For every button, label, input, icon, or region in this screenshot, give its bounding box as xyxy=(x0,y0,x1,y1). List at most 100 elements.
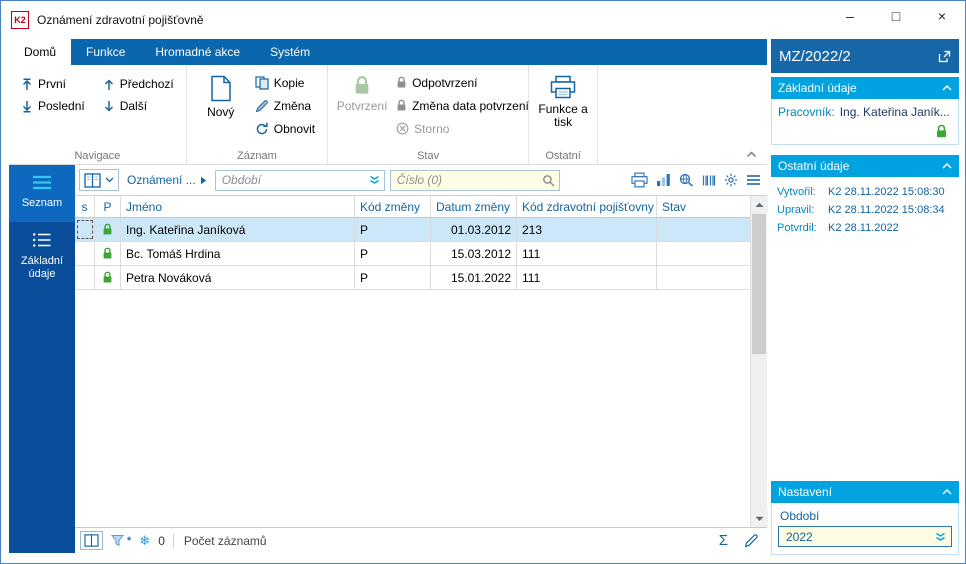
table-row[interactable]: Bc. Tomáš Hrdina P 15.03.2012 111 xyxy=(75,242,750,266)
tab-domu[interactable]: Domů xyxy=(9,39,72,65)
tab-hromadne-akce[interactable]: Hromadné akce xyxy=(140,39,255,65)
change-button[interactable]: Změna xyxy=(249,94,321,117)
header-p[interactable]: P xyxy=(95,196,121,217)
chevron-up-icon[interactable] xyxy=(942,489,952,495)
cell-kod-zmeny: P xyxy=(355,218,431,241)
magnifier-icon[interactable] xyxy=(542,174,555,187)
copy-button[interactable]: Kopie xyxy=(249,71,321,94)
cell-stav xyxy=(657,242,750,265)
tab-system[interactable]: Systém xyxy=(255,39,325,65)
storno-button[interactable]: Storno xyxy=(390,117,522,140)
menu-icon[interactable] xyxy=(746,174,761,186)
next-label: Další xyxy=(119,99,148,113)
table-row[interactable]: Petra Nováková P 15.01.2022 111 xyxy=(75,266,750,290)
unconfirm-button[interactable]: Odpotvrzení xyxy=(390,71,522,94)
header-jmeno[interactable]: Jméno xyxy=(121,196,355,217)
refresh-button[interactable]: Obnovit xyxy=(249,117,321,140)
cell-datum-zmeny: 15.03.2012 xyxy=(431,242,517,265)
pencil-icon xyxy=(255,99,269,113)
change-label: Změna xyxy=(273,98,312,113)
row-select-cell xyxy=(75,242,95,265)
ribbon-tab-bar: Domů Funkce Hromadné akce Systém xyxy=(9,39,767,65)
lock-gray-icon xyxy=(396,76,407,89)
period-label: Období xyxy=(780,509,820,523)
last-button[interactable]: Poslední xyxy=(15,97,91,115)
record-header: MZ/2022/2 xyxy=(771,39,959,73)
ribbon-group-zaznam: Nový Kopie Změna Obnovit Záznam xyxy=(187,65,329,164)
filter-funnel-icon[interactable] xyxy=(111,534,124,547)
app-window: K2 Oznámení zdravotní pojišťovně – □ × D… xyxy=(0,0,966,564)
scrollbar-thumb[interactable] xyxy=(752,214,766,354)
refresh-icon xyxy=(255,122,269,136)
book-columns-icon xyxy=(84,534,99,547)
period-combo-input[interactable] xyxy=(784,528,935,545)
open-external-icon[interactable] xyxy=(938,50,951,63)
first-label: První xyxy=(38,77,67,91)
table-row[interactable]: Ing. Kateřina Janíková P 01.03.2012 213 xyxy=(75,218,750,242)
maximize-button[interactable]: □ xyxy=(873,1,919,31)
records-table: s P Jméno Kód změny Datum změny Kód zdra… xyxy=(75,196,750,527)
copy-label: Kopie xyxy=(273,75,305,90)
columns-toggle-button[interactable] xyxy=(80,531,103,550)
snowflake-icon[interactable]: ❄ xyxy=(139,533,150,549)
scroll-up-arrow[interactable] xyxy=(751,196,768,213)
row-select-cell xyxy=(75,218,95,241)
section-ostatni-udaje: Ostatní údaje Vytvořil: K2 28.11.2022 15… xyxy=(771,155,959,241)
view-mode-button[interactable] xyxy=(79,169,119,191)
cell-stav xyxy=(657,218,750,241)
cell-datum-zmeny: 15.01.2022 xyxy=(431,266,517,289)
search-analysis-icon[interactable] xyxy=(679,173,694,187)
collapse-ribbon-icon[interactable] xyxy=(746,151,757,158)
chevron-up-icon[interactable] xyxy=(942,85,952,91)
header-s[interactable]: s xyxy=(75,196,95,217)
section-header-nastaveni[interactable]: Nastavení xyxy=(771,481,959,503)
refresh-label: Obnovit xyxy=(273,121,316,136)
barcode-icon[interactable] xyxy=(702,174,716,187)
section-header-ostatni[interactable]: Ostatní údaje xyxy=(771,155,959,177)
unconfirm-label: Odpotvrzení xyxy=(412,75,478,90)
number-search-input[interactable] xyxy=(394,172,542,188)
change-confirm-date-button[interactable]: Změna data potvrzení xyxy=(390,94,529,117)
period-filter-input[interactable] xyxy=(219,172,369,188)
functions-print-button[interactable]: Funkce a tisk xyxy=(535,69,591,129)
gear-icon[interactable] xyxy=(724,173,738,187)
frozen-count: 0 xyxy=(158,533,165,548)
worker-value: Ing. Kateřina Janík... xyxy=(839,105,950,119)
sum-sigma-icon[interactable]: Σ xyxy=(719,532,728,549)
chart-icon[interactable] xyxy=(656,173,671,187)
new-button[interactable]: Nový xyxy=(193,69,249,148)
sidebar-item-seznam[interactable]: Seznam xyxy=(9,165,75,222)
section-title: Základní údaje xyxy=(778,81,857,95)
header-stav[interactable]: Stav xyxy=(657,196,750,217)
lock-green-icon xyxy=(102,247,113,260)
table-header-row: s P Jméno Kód změny Datum změny Kód zdra… xyxy=(75,196,750,218)
view-selector[interactable]: Oznámení ... xyxy=(124,173,210,187)
first-button[interactable]: První xyxy=(15,75,91,93)
cell-kod-zmeny: P xyxy=(355,266,431,289)
header-datum-zmeny[interactable]: Datum změny xyxy=(431,196,517,217)
minimize-button[interactable]: – xyxy=(827,1,873,31)
section-body-nastaveni: Období xyxy=(771,503,959,555)
scroll-down-arrow[interactable] xyxy=(751,510,768,527)
close-button[interactable]: × xyxy=(919,1,965,31)
group-label-navigace: Navigace xyxy=(74,150,121,162)
titlebar: K2 Oznámení zdravotní pojišťovně – □ × xyxy=(1,1,965,39)
vertical-scrollbar[interactable] xyxy=(750,196,768,527)
group-label-zaznam: Záznam xyxy=(237,150,277,162)
print-icon[interactable] xyxy=(631,172,648,188)
chevron-up-icon[interactable] xyxy=(942,163,952,169)
updated-label: Upravil: xyxy=(777,204,815,216)
confirm-button[interactable]: Potvrzení xyxy=(334,69,390,148)
header-kod-pojistovny[interactable]: Kód zdravotní pojišťovny xyxy=(517,196,657,217)
double-chevron-down-icon[interactable] xyxy=(935,532,946,542)
panel-spacer xyxy=(771,241,959,477)
edit-pencil-icon[interactable] xyxy=(744,533,759,548)
double-chevron-down-icon[interactable] xyxy=(369,175,380,185)
confirmed-value: K2 28.11.2022 xyxy=(828,222,899,234)
sidebar-item-zakladni-udaje[interactable]: Základní údaje xyxy=(9,222,75,293)
next-button[interactable]: Další xyxy=(97,97,180,115)
header-kod-zmeny[interactable]: Kód změny xyxy=(355,196,431,217)
tab-funkce[interactable]: Funkce xyxy=(71,39,140,65)
previous-button[interactable]: Předchozí xyxy=(97,75,180,93)
section-header-zakladni[interactable]: Základní údaje xyxy=(771,77,959,99)
